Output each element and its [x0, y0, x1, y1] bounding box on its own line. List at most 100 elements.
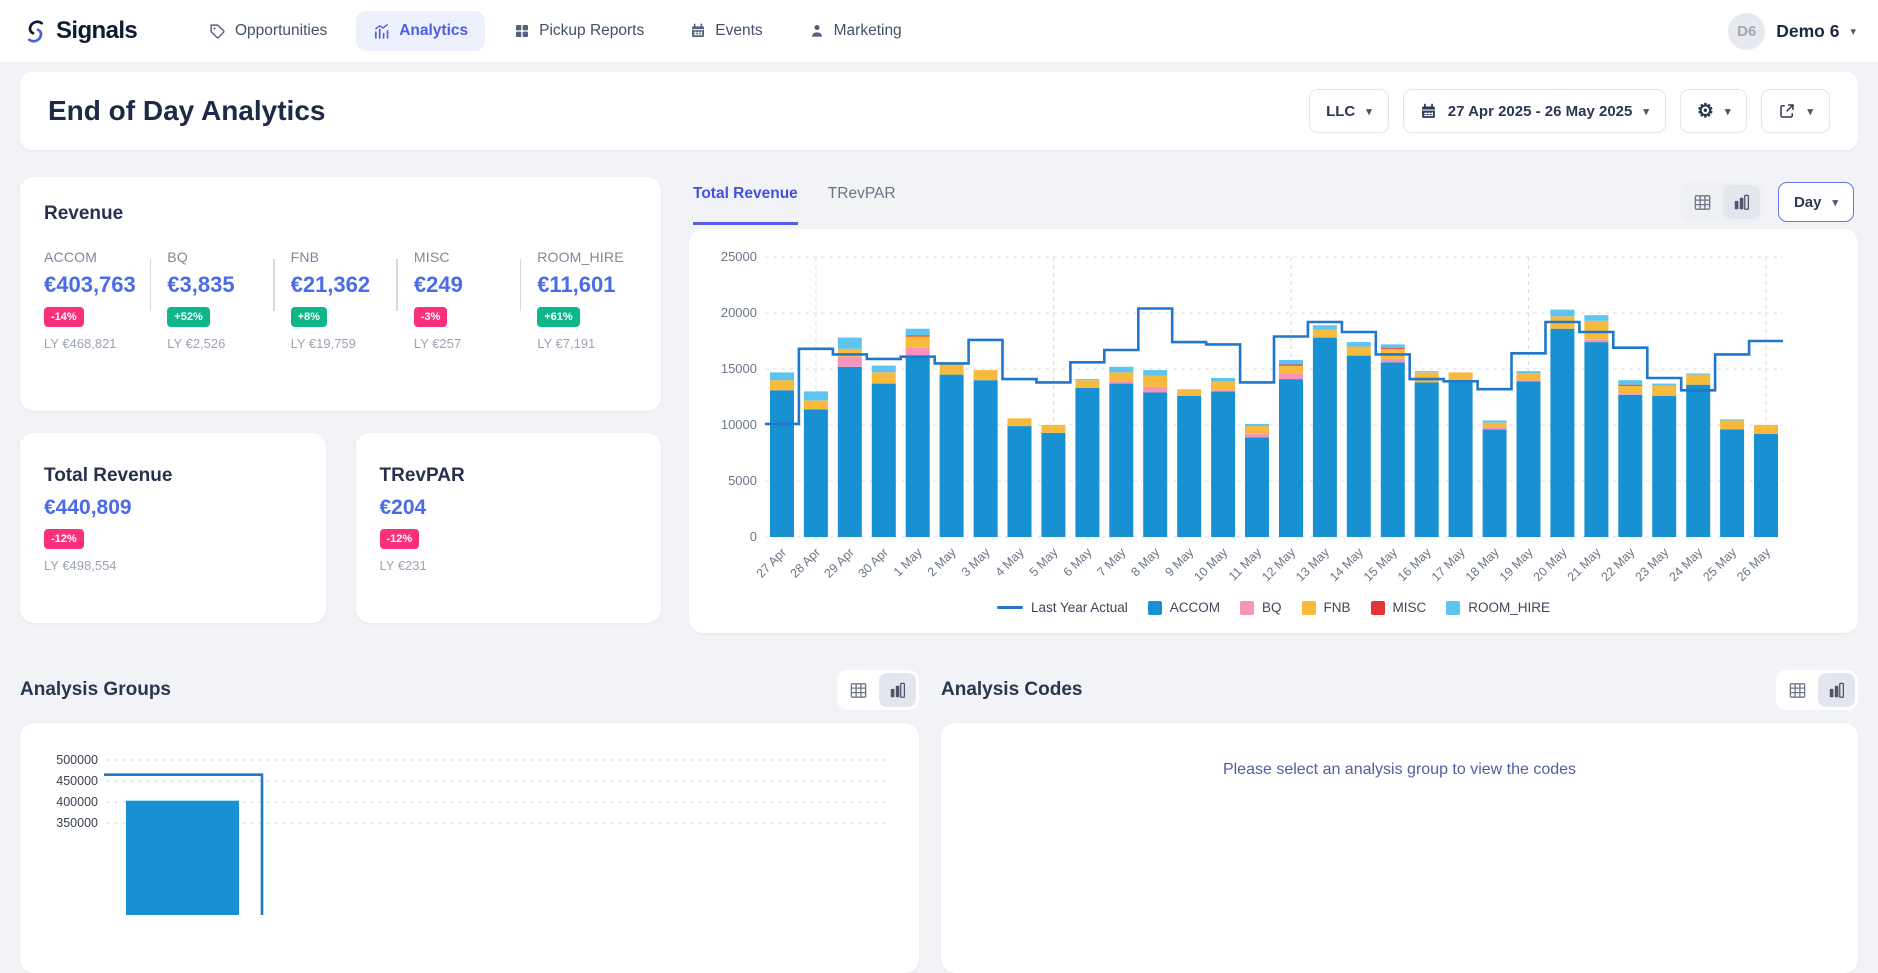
svg-text:7 May: 7 May	[1094, 545, 1128, 579]
svg-text:30 Apr: 30 Apr	[855, 545, 890, 580]
total-revenue-chart[interactable]: 0 5000 10000 15000 20000 25000 27 Apr 28 Apr 29 …	[707, 245, 1840, 602]
tab-total-revenue[interactable]: Total Revenue	[693, 179, 798, 225]
svg-text:450000: 450000	[56, 774, 98, 788]
revenue-metric-bq: BQ €3,835 +52% LY €2,526	[167, 249, 267, 351]
svg-text:500000: 500000	[56, 753, 98, 767]
svg-text:1 May: 1 May	[891, 545, 925, 579]
top-nav: Signals Opportunities Analytics Pickup R…	[0, 0, 1878, 62]
svg-text:19 May: 19 May	[1497, 545, 1536, 584]
svg-text:29 Apr: 29 Apr	[821, 545, 856, 580]
change-badge: +61%	[537, 307, 580, 327]
page-title: End of Day Analytics	[48, 95, 326, 126]
legend-label: FNB	[1323, 600, 1351, 615]
granularity-label: Day	[1793, 193, 1822, 211]
svg-text:13 May: 13 May	[1293, 545, 1332, 584]
page-header: End of Day Analytics LLC ▾ 27 Apr 2025 -…	[20, 72, 1858, 150]
last-year-value: LY €19,759	[290, 336, 356, 351]
date-range-picker[interactable]: 27 Apr 2025 - 26 May 2025 ▾	[1402, 89, 1666, 133]
last-year-value: LY €257	[413, 336, 462, 351]
metric-label: FNB	[290, 249, 320, 265]
revenue-card-title: Revenue	[44, 203, 124, 224]
user-menu[interactable]: D6 Demo 6 ▾	[1728, 12, 1856, 50]
chart-view-button[interactable]	[1722, 185, 1760, 219]
analysis-groups-title: Analysis Groups	[20, 679, 171, 700]
settings-button[interactable]: ⚙ ▾	[1679, 89, 1748, 133]
metric-value: €403,763	[44, 272, 136, 297]
llc-dropdown[interactable]: LLC ▾	[1309, 89, 1389, 133]
legend-item-room_hire[interactable]: ROOM_HIRE	[1446, 600, 1550, 615]
metric-value: €21,362	[290, 272, 371, 297]
table-view-button[interactable]	[1779, 673, 1816, 707]
svg-text:12 May: 12 May	[1259, 545, 1298, 584]
svg-text:5 May: 5 May	[1027, 545, 1061, 579]
change-badge: -3%	[413, 307, 448, 327]
legend-item-accom[interactable]: ACCOM	[1147, 600, 1221, 615]
analysis-groups-section: Analysis Groups 500000 450000 400000 350…	[20, 669, 919, 973]
table-view-button[interactable]	[1684, 185, 1721, 219]
line-swatch	[996, 605, 1023, 610]
svg-text:6 May: 6 May	[1061, 545, 1095, 579]
avatar: D6	[1728, 12, 1766, 50]
chevron-down-icon: ▾	[1724, 105, 1731, 118]
change-badge: +52%	[167, 307, 210, 327]
metric-label: MISC	[413, 249, 450, 265]
chevron-down-icon: ▾	[1850, 25, 1856, 38]
legend-label: BQ	[1262, 600, 1282, 615]
summary-card-title: TRevPAR	[379, 465, 465, 486]
analysis-codes-section: Analysis Codes Please select an analysis…	[941, 669, 1858, 973]
metric-value: €11,601	[537, 272, 616, 297]
tab-trevpar[interactable]: TRevPAR	[828, 179, 896, 225]
table-view-button[interactable]	[840, 673, 877, 707]
nav-item-events[interactable]: Events	[673, 11, 779, 51]
nav-items: Opportunities Analytics Pickup Reports E…	[192, 11, 1728, 51]
metric-divider	[519, 259, 522, 311]
table-icon	[1693, 193, 1712, 212]
legend-item-misc[interactable]: MISC	[1370, 600, 1426, 615]
series-swatch	[1370, 600, 1385, 615]
revenue-metrics: ACCOM €403,763 -14% LY €468,821 BQ €3,835 +52%…	[44, 249, 637, 351]
summary-card-title: Total Revenue	[44, 465, 173, 486]
nav-item-analytics[interactable]: Analytics	[356, 11, 486, 51]
calendar-icon	[1420, 103, 1437, 120]
nav-item-marketing[interactable]: Marketing	[792, 11, 919, 51]
nav-item-label: Events	[715, 22, 763, 39]
last-year-value: LY €7,191	[537, 336, 596, 351]
nav-item-pickup-reports[interactable]: Pickup Reports	[497, 11, 661, 51]
calendar-icon	[690, 23, 706, 39]
metric-label: ACCOM	[44, 249, 98, 265]
tag-icon	[209, 23, 226, 40]
metric-divider	[149, 259, 152, 311]
chart-view-toggle	[1680, 182, 1763, 222]
legend-item-fnb[interactable]: FNB	[1301, 600, 1351, 615]
chevron-down-icon: ▾	[1832, 196, 1838, 209]
date-range-label: 27 Apr 2025 - 26 May 2025	[1447, 102, 1633, 120]
change-badge: -14%	[44, 307, 84, 327]
bar-chart-icon	[888, 681, 907, 700]
svg-text:350000: 350000	[56, 816, 98, 830]
brand-name: Signals	[56, 17, 138, 44]
analysis-codes-title: Analysis Codes	[941, 679, 1083, 700]
table-icon	[849, 681, 868, 700]
legend-item-last-year-actual[interactable]: Last Year Actual	[996, 600, 1128, 615]
chart-view-button[interactable]	[1818, 673, 1855, 707]
export-share-button[interactable]: ▾	[1761, 89, 1830, 133]
analysis-groups-chart[interactable]: 500000 450000 400000 350000	[46, 745, 893, 920]
svg-text:25000: 25000	[721, 249, 757, 264]
analysis-codes-card: Please select an analysis group to view …	[941, 723, 1858, 973]
total-revenue-card: Total Revenue €440,809 -12% LY €498,554	[20, 433, 326, 623]
brand-logo[interactable]: Signals	[22, 17, 162, 45]
legend-item-bq[interactable]: BQ	[1240, 600, 1282, 615]
revenue-card: Revenue ACCOM €403,763 -14% LY €468,821 BQ €3…	[20, 177, 661, 411]
svg-text:18 May: 18 May	[1463, 545, 1502, 584]
chart-view-button[interactable]	[879, 673, 916, 707]
series-swatch	[1147, 600, 1162, 615]
granularity-dropdown[interactable]: Day ▾	[1777, 182, 1854, 222]
nav-item-opportunities[interactable]: Opportunities	[192, 11, 344, 51]
chart-legend: Last Year Actual ACCOM BQ FNB MISC ROOM_HIRE	[707, 600, 1840, 615]
nav-item-label: Analytics	[399, 22, 469, 39]
change-badge: -12%	[44, 529, 84, 549]
svg-text:2 May: 2 May	[925, 545, 959, 579]
legend-label: ACCOM	[1169, 600, 1221, 615]
svg-text:4 May: 4 May	[993, 545, 1027, 579]
trevpar-card: TRevPAR €204 -12% LY €231	[355, 433, 661, 623]
